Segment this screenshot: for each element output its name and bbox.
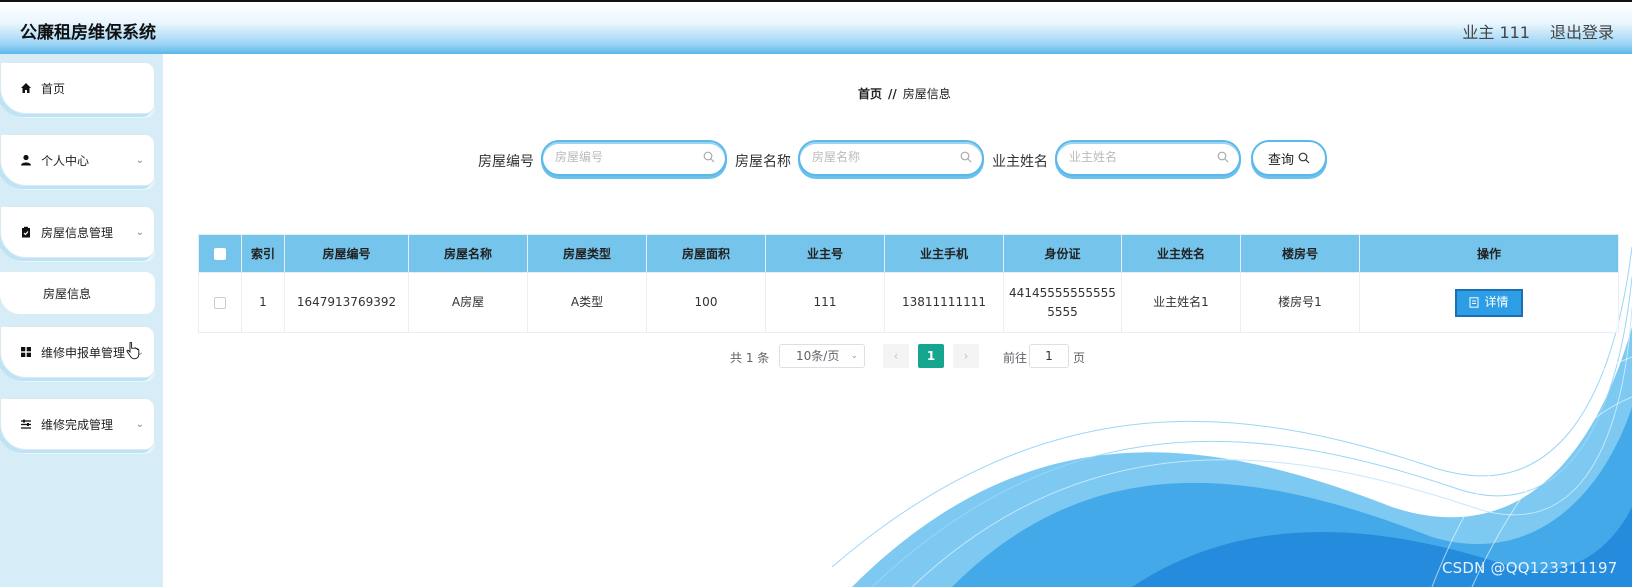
cell-index: 1 <box>241 272 285 333</box>
search-field-owner-name[interactable] <box>1055 140 1241 176</box>
house-name-input[interactable] <box>812 150 952 164</box>
page-size-value: 10条/页 <box>796 349 840 363</box>
breadcrumb-separator: // <box>888 87 897 101</box>
sidebar-item-repair-completion-management[interactable]: 维修完成管理 ⌄ <box>0 398 155 450</box>
cell-id-card: 44145555555555 5555 <box>1003 272 1122 333</box>
search-icon <box>1217 151 1229 163</box>
cell-owner-name: 业主姓名1 <box>1121 272 1241 333</box>
pagination-total: 共 1 条 <box>730 351 770 365</box>
cell-actions: 详情 <box>1359 272 1619 333</box>
chevron-up-icon: ⌄ <box>135 227 144 238</box>
sidebar-item-label: 维修申报单管理 <box>41 345 126 360</box>
page-unit-label: 页 <box>1073 351 1086 365</box>
search-icon <box>1298 152 1310 164</box>
cell-owner-phone: 13811111111 <box>884 272 1004 333</box>
column-header: 操作 <box>1359 234 1619 273</box>
sidebar-item-home[interactable]: 首页 <box>0 62 155 114</box>
hand-cursor-icon <box>126 342 140 360</box>
user-icon <box>19 153 33 167</box>
prev-page-button[interactable]: ‹ <box>883 344 909 368</box>
sidebar-item-label: 房屋信息管理 <box>41 225 114 240</box>
chevron-down-icon: ⌄ <box>135 155 144 166</box>
chevron-down-icon: ⌄ <box>850 351 858 361</box>
column-header: 楼房号 <box>1240 234 1360 273</box>
detail-button[interactable]: 详情 <box>1455 288 1523 317</box>
home-icon <box>19 81 33 95</box>
cell-owner-no: 111 <box>765 272 885 333</box>
app-header: 公廉租房维保系统 业主 111 退出登录 <box>0 0 1632 54</box>
house-info-table: 索引 房屋编号 房屋名称 房屋类型 房屋面积 业主号 业主手机 身份证 业主姓名… <box>198 234 1619 333</box>
chevron-right-icon: › <box>963 349 969 363</box>
clipboard-icon <box>19 225 33 239</box>
search-icon <box>960 151 972 163</box>
column-header: 房屋名称 <box>408 234 528 273</box>
page-number-current[interactable]: 1 <box>918 344 944 368</box>
sidebar-item-label: 维修完成管理 <box>41 417 114 432</box>
row-checkbox[interactable] <box>214 296 226 309</box>
select-all-header <box>198 234 242 273</box>
owner-name-input[interactable] <box>1069 150 1209 164</box>
chevron-down-icon: ⌄ <box>135 419 144 430</box>
watermark: CSDN @QQ123311197 <box>1442 559 1618 577</box>
search-field-house-code[interactable] <box>541 140 727 176</box>
detail-button-label: 详情 <box>1484 295 1509 309</box>
row-select-cell <box>198 272 242 333</box>
breadcrumb-home[interactable]: 首页 <box>858 87 882 101</box>
cell-house-code: 1647913769392 <box>284 272 409 333</box>
goto-page-input[interactable]: 1 <box>1029 344 1069 368</box>
goto-label: 前往 <box>1003 351 1028 365</box>
sidebar-item-personal-center[interactable]: 个人中心 ⌄ <box>0 134 155 186</box>
sidebar-item-house-info-management[interactable]: 房屋信息管理 ⌄ <box>0 206 155 258</box>
breadcrumb: 首页 // 房屋信息 <box>858 85 951 102</box>
table-header-row: 索引 房屋编号 房屋名称 房屋类型 房屋面积 业主号 业主手机 身份证 业主姓名… <box>198 234 1619 273</box>
document-icon <box>1469 297 1479 308</box>
search-icon <box>703 151 715 163</box>
search-label-house-code: 房屋编号 <box>478 154 534 170</box>
query-button-label: 查询 <box>1267 152 1294 168</box>
breadcrumb-current: 房屋信息 <box>902 87 951 101</box>
sidebar-item-label: 首页 <box>41 81 66 96</box>
column-header: 业主号 <box>765 234 885 273</box>
cell-house-name: A房屋 <box>408 272 528 333</box>
column-header: 房屋类型 <box>527 234 647 273</box>
select-all-checkbox[interactable] <box>214 248 226 260</box>
id-card-line-1: 44145555555555 <box>1009 285 1116 300</box>
house-code-input[interactable] <box>555 150 695 164</box>
app-title: 公廉租房维保系统 <box>20 23 156 43</box>
sidebar: 首页 个人中心 ⌄ 房屋信息管理 ⌄ 房屋信息 维修申报单管理 ⌄ 维修完成管理… <box>0 54 163 587</box>
column-header: 业主姓名 <box>1121 234 1241 273</box>
chevron-left-icon: ‹ <box>893 349 899 363</box>
column-header: 索引 <box>241 234 285 273</box>
query-button[interactable]: 查询 <box>1251 140 1327 176</box>
column-header: 房屋编号 <box>284 234 409 273</box>
sidebar-item-label: 个人中心 <box>41 153 90 168</box>
sliders-icon <box>19 417 33 431</box>
table-row: 1 1647913769392 A房屋 A类型 100 111 13811111… <box>198 272 1619 333</box>
search-label-house-name: 房屋名称 <box>735 154 791 170</box>
cell-house-type: A类型 <box>527 272 647 333</box>
logout-link[interactable]: 退出登录 <box>1550 19 1614 43</box>
cell-building: 楼房号1 <box>1240 272 1360 333</box>
column-header: 业主手机 <box>884 234 1004 273</box>
column-header: 身份证 <box>1003 234 1122 273</box>
search-field-house-name[interactable] <box>798 140 984 176</box>
current-user: 业主 111 <box>1462 23 1530 42</box>
next-page-button[interactable]: › <box>953 344 979 368</box>
cell-house-area: 100 <box>646 272 766 333</box>
search-label-owner-name: 业主姓名 <box>992 154 1048 170</box>
id-card-line-2: 5555 <box>1047 304 1078 319</box>
grid-icon <box>19 345 33 359</box>
page-size-select[interactable]: 10条/页 ⌄ <box>779 344 865 368</box>
column-header: 房屋面积 <box>646 234 766 273</box>
sidebar-subitem-house-info[interactable]: 房屋信息 <box>0 272 155 314</box>
